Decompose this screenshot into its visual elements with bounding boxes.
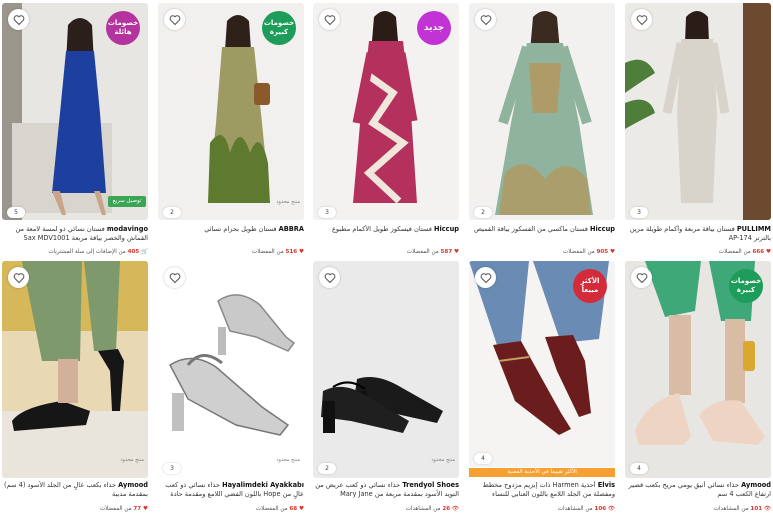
product-title[interactable]: Aymood حذاء نسائي أنيق يومي مريح بكعب قص… (625, 481, 771, 499)
cart-icon: 🛒 (141, 249, 148, 255)
product-image[interactable] (625, 3, 771, 220)
favorite-heart-icon[interactable] (475, 267, 496, 288)
favorite-heart-icon[interactable] (631, 267, 652, 288)
image-count-badge: 2 (163, 207, 181, 218)
product-stat: ♥ 68 من المفضلات (255, 506, 304, 512)
product-brand: Aymood (741, 481, 771, 489)
product-brand: Hiccup (589, 225, 615, 233)
product-brand: Hayalimdeki Ayakkabı (222, 481, 304, 489)
product-title[interactable]: PULLIMM فستان بياقة مربعة وأكمام طويلة م… (625, 225, 771, 243)
product-stat: ♥ 77 من المفضلات (99, 506, 148, 512)
product-title[interactable]: ABBRA فستان طويل بحزام نسائي (158, 225, 304, 243)
favorite-heart-icon[interactable] (164, 267, 185, 288)
product-brand: Hiccup (433, 225, 459, 233)
limited-product-label: منتج محدود (431, 457, 455, 463)
image-count-badge: 4 (630, 463, 648, 474)
heart-icon: ♥ (142, 506, 148, 512)
product-brand: ABBRA (278, 225, 304, 233)
heart-icon: ♥ (453, 249, 459, 255)
favorite-heart-icon[interactable] (8, 267, 29, 288)
product-title[interactable]: Trendyol Shoes حذاء نسائي ذو كعب عريض من… (313, 481, 459, 499)
image-count-badge: 3 (630, 207, 648, 218)
product-stat: ♥ 905 من المفضلات (562, 249, 615, 255)
top-rated-strip: الأكثر تقييماً في الأحذية الفضية (469, 468, 615, 477)
product-title[interactable]: Elvis أحذية Harmen ذات إبزيم مزدوج مخطط … (469, 481, 615, 499)
discount-badge: خصومات هائلة (106, 11, 140, 45)
heart-icon: ♥ (298, 249, 304, 255)
image-count-badge: 2 (474, 207, 492, 218)
bestseller-badge: الأكثر مبيعاً (573, 269, 607, 303)
eye-icon: 👁 (607, 506, 615, 512)
limited-product-label: منتج محدود (276, 457, 300, 463)
product-brand: PULLIMM (736, 225, 771, 233)
product-grid: خصومات هائلة 5 توصيل سريع modavingo فستا… (0, 0, 773, 524)
heart-icon: ♥ (765, 249, 771, 255)
product-title[interactable]: Hiccup فستان فيسكوز طويل الأكمام مطبوع (313, 225, 459, 243)
product-title[interactable]: Hiccup فستان ماكسي من الفسكوز بياقة القم… (469, 225, 615, 243)
product-image[interactable] (2, 261, 148, 478)
product-title[interactable]: Aymood حذاء بكعب عالٍ من الجلد الأسود (4… (2, 481, 148, 499)
product-brand: Elvis (597, 481, 615, 489)
limited-product-label: منتج محدود (276, 199, 300, 205)
discount-badge: خصومات كبيرة (729, 269, 763, 303)
product-image[interactable] (158, 261, 304, 478)
product-stat: ♥ 587 من المفضلات (406, 249, 459, 255)
heart-icon: ♥ (298, 506, 304, 512)
heart-icon: ♥ (609, 249, 615, 255)
product-brand: Trendyol Shoes (402, 481, 459, 489)
eye-icon: 👁 (451, 506, 459, 512)
product-stat: 👁 101 من المشاهدات (713, 506, 771, 512)
product-brand: Aymood (118, 481, 148, 489)
favorite-heart-icon[interactable] (475, 9, 496, 30)
express-delivery-badge: توصيل سريع (108, 196, 146, 207)
favorite-heart-icon[interactable] (319, 267, 340, 288)
image-count-badge: 3 (163, 463, 181, 474)
product-stat: 🛒 405 من الإضافات إلى سلة المشتريات (48, 249, 148, 255)
discount-badge: خصومات كبيرة (262, 11, 296, 45)
favorite-heart-icon[interactable] (8, 9, 29, 30)
favorite-heart-icon[interactable] (631, 9, 652, 30)
favorite-heart-icon[interactable] (319, 9, 340, 30)
image-count-badge: 5 (7, 207, 25, 218)
image-count-badge: 3 (318, 207, 336, 218)
product-stat: ♥ 516 من المفضلات (251, 249, 304, 255)
product-brand: modavingo (106, 225, 148, 233)
product-stat: ♥ 666 من المفضلات (718, 249, 771, 255)
limited-product-label: منتج محدود (120, 457, 144, 463)
image-count-badge: 4 (474, 453, 492, 464)
product-stat: 👁 106 من المشاهدات (557, 506, 615, 512)
new-badge: جديد (417, 11, 451, 45)
image-count-badge: 2 (318, 463, 336, 474)
product-title[interactable]: modavingo فستان نسائي ذو لمسة لامعة من ا… (2, 225, 148, 243)
product-image[interactable] (313, 261, 459, 478)
favorite-heart-icon[interactable] (164, 9, 185, 30)
product-image[interactable] (469, 3, 615, 220)
eye-icon: 👁 (763, 506, 771, 512)
product-stat: 👁 26 من المشاهدات (405, 506, 459, 512)
product-title[interactable]: Hayalimdeki Ayakkabı حذاء نسائي ذو كعب ع… (158, 481, 304, 499)
